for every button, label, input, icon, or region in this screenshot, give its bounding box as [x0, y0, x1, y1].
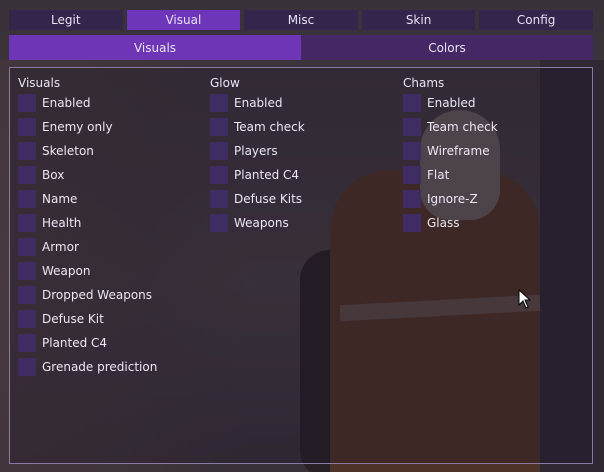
mouse-cursor-icon [518, 289, 532, 309]
checkbox-label: Enabled [42, 96, 91, 110]
glow-column: Glow Enabled Team check Players Planted … [210, 76, 305, 232]
checkbox-skeleton[interactable]: Skeleton [18, 141, 94, 161]
checkbox-label: Defuse Kits [234, 192, 303, 206]
tab-label: Config [516, 13, 556, 27]
checkbox-chams-flat[interactable]: Flat [403, 165, 449, 185]
checkbox-box[interactable] [18, 310, 36, 328]
checkbox-label: Skeleton [42, 144, 94, 158]
checkbox-box[interactable] [18, 190, 36, 208]
checkbox-box[interactable] [18, 214, 36, 232]
checkbox-box[interactable] [18, 334, 36, 352]
checkbox-glow-weapons[interactable]: Weapons [210, 213, 289, 233]
checkbox-chams-team-check[interactable]: Team check [403, 117, 498, 137]
checkbox-label: Weapon [42, 264, 91, 278]
tab-label: Visual [165, 13, 202, 27]
checkbox-enemy-only[interactable]: Enemy only [18, 117, 113, 137]
tab-label: Misc [287, 13, 315, 27]
checkbox-glow-enabled[interactable]: Enabled [210, 93, 283, 113]
checkbox-glow-team-check[interactable]: Team check [210, 117, 305, 137]
checkbox-label: Weapons [234, 216, 289, 230]
checkbox-label: Flat [427, 168, 450, 182]
visuals-column: Visuals Enabled Enemy only Skeleton Box … [18, 76, 157, 376]
checkbox-chams-enabled[interactable]: Enabled [403, 93, 476, 113]
checkbox-box[interactable] [210, 214, 228, 232]
checkbox-label: Armor [42, 240, 79, 254]
checkbox-label: Grenade prediction [42, 360, 158, 374]
checkbox-label: Health [42, 216, 82, 230]
checkbox-box[interactable] [18, 286, 36, 304]
checkbox-box[interactable] [18, 166, 36, 184]
checkbox-label: Box [42, 168, 65, 182]
tab-skin[interactable]: Skin [361, 10, 476, 30]
checkbox-planted-c4[interactable]: Planted C4 [18, 333, 107, 353]
column-title: Visuals [18, 76, 61, 90]
sub-tab-bar: Visuals Colors [9, 35, 593, 60]
checkbox-glow-planted-c4[interactable]: Planted C4 [210, 165, 299, 185]
checkbox-box[interactable] [18, 262, 36, 280]
tab-config[interactable]: Config [479, 10, 593, 30]
checkbox-box[interactable] [403, 142, 421, 160]
checkbox-box[interactable] [210, 94, 228, 112]
checkbox-box[interactable] [403, 214, 421, 232]
checkbox-box[interactable] [403, 118, 421, 136]
main-tab-bar: Legit Visual Misc Skin Config [9, 10, 593, 30]
checkbox-label: Defuse Kit [42, 312, 104, 326]
column-title: Chams [403, 76, 445, 90]
tab-visual[interactable]: Visual [126, 10, 241, 30]
checkbox-box[interactable] [210, 190, 228, 208]
tab-misc[interactable]: Misc [244, 10, 358, 30]
checkbox-box[interactable] [18, 118, 36, 136]
checkbox-chams-ignore-z[interactable]: Ignore-Z [403, 189, 478, 209]
chams-column: Chams Enabled Team check Wireframe Flat … [403, 76, 498, 232]
checkbox-label: Planted C4 [42, 336, 108, 350]
checkbox-box[interactable] [403, 166, 421, 184]
checkbox-grenade-prediction[interactable]: Grenade prediction [18, 357, 157, 377]
checkbox-box[interactable] [210, 118, 228, 136]
checkbox-box[interactable] [18, 142, 36, 160]
checkbox-defuse-kit[interactable]: Defuse Kit [18, 309, 104, 329]
checkbox-glow-defuse-kits[interactable]: Defuse Kits [210, 189, 302, 209]
subtab-label: Visuals [133, 40, 177, 55]
checkbox-dropped-weapons[interactable]: Dropped Weapons [18, 285, 152, 305]
tab-label: Skin [405, 13, 432, 27]
checkbox-label: Players [234, 144, 278, 158]
checkbox-glow-players[interactable]: Players [210, 141, 278, 161]
checkbox-box[interactable] [403, 190, 421, 208]
checkbox-box[interactable] [210, 166, 228, 184]
checkbox-label: Team check [427, 120, 498, 134]
checkbox-label: Enabled [427, 96, 476, 110]
checkbox-box[interactable] [18, 358, 36, 376]
checkbox-box[interactable] [210, 142, 228, 160]
checkbox-armor[interactable]: Armor [18, 237, 79, 257]
tab-label: Legit [51, 13, 81, 27]
checkbox-health[interactable]: Health [18, 213, 81, 233]
checkbox-label: Ignore-Z [427, 192, 478, 206]
subtab-visuals[interactable]: Visuals [9, 35, 301, 60]
checkbox-label: Enabled [234, 96, 283, 110]
checkbox-box-esp[interactable]: Box [18, 165, 64, 185]
checkbox-chams-wireframe[interactable]: Wireframe [403, 141, 490, 161]
checkbox-label: Dropped Weapons [42, 288, 153, 302]
subtab-label: Colors [428, 40, 466, 55]
checkbox-label: Wireframe [427, 144, 490, 158]
checkbox-name[interactable]: Name [18, 189, 77, 209]
checkbox-chams-glass[interactable]: Glass [403, 213, 460, 233]
checkbox-weapon[interactable]: Weapon [18, 261, 90, 281]
checkbox-visuals-enabled[interactable]: Enabled [18, 93, 91, 113]
cheat-menu: Legit Visual Misc Skin Config Visuals Co… [0, 0, 604, 472]
checkbox-label: Glass [427, 216, 460, 230]
column-title: Glow [210, 76, 240, 90]
checkbox-box[interactable] [18, 94, 36, 112]
checkbox-label: Name [42, 192, 78, 206]
checkbox-box[interactable] [403, 94, 421, 112]
tab-legit[interactable]: Legit [9, 10, 123, 30]
checkbox-box[interactable] [18, 238, 36, 256]
subtab-colors[interactable]: Colors [301, 35, 593, 60]
checkbox-label: Enemy only [42, 120, 113, 134]
checkbox-label: Planted C4 [234, 168, 300, 182]
checkbox-label: Team check [234, 120, 305, 134]
